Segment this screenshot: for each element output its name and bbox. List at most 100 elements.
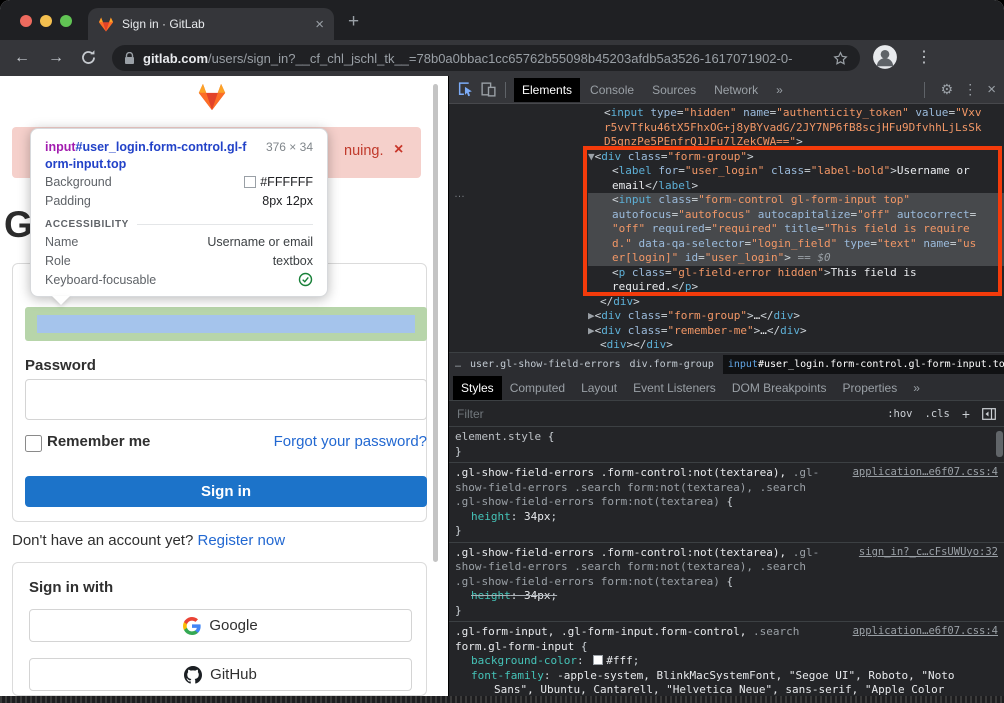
css-source-link[interactable]: application…e6f07.css:4 (853, 625, 998, 637)
reload-icon[interactable] (80, 49, 97, 66)
new-style-rule-button[interactable]: + (962, 406, 970, 422)
dom-breadcrumb[interactable]: … user.gl-show-field-errors div.form-group… (449, 352, 1004, 376)
browser-window: Sign in · GitLab × + ← → gitlab.com/user… (0, 0, 1004, 703)
code-line: height: 34px; (455, 510, 998, 525)
new-tab-button[interactable]: + (348, 11, 359, 33)
minimize-window-button[interactable] (40, 15, 52, 27)
code-line: height: 34px; (455, 589, 998, 604)
a11y-name-label: Name (45, 235, 78, 249)
a11y-role-value: textbox (273, 254, 313, 268)
tab-sources[interactable]: Sources (644, 78, 704, 102)
back-icon[interactable]: ← (14, 48, 30, 68)
title-bar: Sign in · GitLab × + (0, 0, 1004, 40)
styles-scrollbar[interactable] (996, 431, 1003, 457)
toolbar-separator (505, 82, 506, 98)
remember-me-label: Remember me (47, 433, 150, 450)
css-source-link[interactable]: application…e6f07.css:4 (853, 466, 998, 478)
browser-toolbar: ← → gitlab.com/users/sign_in?__cf_chl_js… (0, 40, 1004, 76)
gitlab-logo (197, 83, 227, 111)
tooltip-selector: input#user_login.form-control.gl-form-in… (45, 139, 253, 172)
devtools-menu-icon[interactable]: ⋮ (963, 81, 977, 98)
code-line: show-field-errors .search form:not(texta… (455, 481, 998, 496)
a11y-focusable-label: Keyboard-focusable (45, 273, 156, 287)
register-now-link[interactable]: Register now (198, 532, 286, 549)
code-line: } (455, 524, 998, 539)
inspect-element-icon[interactable] (457, 81, 474, 98)
tooltip-background-value: #FFFFFF (244, 175, 313, 189)
css-source-link[interactable]: sign_in?_c…cFsUWUyo:32 (859, 546, 998, 558)
browser-menu-icon[interactable]: ⋮ (916, 47, 932, 67)
register-row: Don't have an account yet? Register now (12, 532, 285, 549)
more-tabs-chevron[interactable]: » (768, 78, 791, 102)
devtools-close-icon[interactable]: × (987, 81, 996, 98)
code-line: show-field-errors .search form:not(texta… (455, 560, 998, 575)
address-bar[interactable]: gitlab.com/users/sign_in?__cf_chl_jschl_… (112, 45, 860, 71)
tab-event-listeners[interactable]: Event Listeners (625, 376, 724, 400)
sso-card: Sign in with Google GitHub (12, 562, 427, 696)
url-text: gitlab.com/users/sign_in?__cf_chl_jschl_… (143, 51, 833, 66)
focusable-check-icon (298, 272, 313, 287)
register-text: Don't have an account yet? (12, 532, 198, 549)
tab-computed[interactable]: Computed (502, 376, 573, 400)
inspected-username-input[interactable] (25, 307, 427, 341)
devtools-settings-icon[interactable]: ⚙ (941, 81, 954, 98)
sign-in-button[interactable]: Sign in (25, 476, 427, 507)
forward-icon[interactable]: → (48, 48, 64, 68)
profile-avatar[interactable] (872, 44, 898, 70)
tooltip-a11y-header: ACCESSIBILITY (45, 217, 313, 232)
tab-dom-breakpoints[interactable]: DOM Breakpoints (724, 376, 835, 400)
tab-elements[interactable]: Elements (514, 78, 580, 102)
breadcrumb-item[interactable]: user.gl-show-field-errors (470, 359, 621, 370)
color-swatch (244, 176, 256, 188)
page-content: nuing. × G Password Remember me Forgot y… (0, 76, 448, 703)
styles-panel-tabs: Styles Computed Layout Event Listeners D… (449, 376, 1004, 401)
alert-close-icon[interactable]: × (394, 141, 403, 159)
lock-icon[interactable] (124, 52, 135, 65)
remember-me-checkbox[interactable] (25, 435, 42, 452)
toggle-sidebar-icon[interactable] (982, 408, 996, 420)
sso-title: Sign in with (29, 579, 113, 596)
github-button-label: GitHub (210, 666, 257, 683)
code-line: <div></div> (588, 338, 1004, 353)
device-toolbar-icon[interactable] (480, 81, 497, 98)
zoom-window-button[interactable] (60, 15, 72, 27)
annotation-red-box (583, 146, 1002, 296)
breadcrumb-item[interactable]: div.form-group (630, 359, 714, 370)
code-line: .gl-show-field-errors form:not(textarea)… (455, 495, 998, 510)
styles-pane[interactable]: element.style {} application…e6f07.css:4.… (449, 427, 1004, 703)
a11y-role-label: Role (45, 254, 71, 268)
inspect-tooltip: input#user_login.form-control.gl-form-in… (30, 128, 328, 297)
tooltip-dimensions: 376 × 34 (266, 140, 313, 172)
tooltip-padding-value: 8px 12px (262, 194, 313, 208)
browser-tab[interactable]: Sign in · GitLab × (88, 8, 334, 40)
google-button-label: Google (209, 617, 257, 634)
password-input[interactable] (25, 379, 427, 420)
breadcrumb-item[interactable]: … (455, 359, 461, 370)
styles-filter-input[interactable]: Filter (457, 407, 875, 421)
toggle-class-button[interactable]: .cls (925, 408, 950, 420)
dom-node-menu-dots[interactable]: … (454, 188, 465, 200)
github-signin-button[interactable]: GitHub (29, 658, 412, 691)
tab-properties[interactable]: Properties (835, 376, 906, 400)
tab-title: Sign in · GitLab (122, 17, 315, 31)
page-scrollbar[interactable] (433, 84, 438, 562)
tab-network[interactable]: Network (706, 78, 766, 102)
code-line: r5vvTfku46tX5FhxOG+j8yBYvadG/2JY7NP6fB8s… (588, 121, 1004, 136)
tab-close-icon[interactable]: × (315, 17, 324, 32)
code-line: ▶<div class="remember-me">…</div> (588, 324, 1004, 339)
code-line: ▶<div class="form-group">…</div> (588, 309, 1004, 324)
tab-layout[interactable]: Layout (573, 376, 625, 400)
tab-styles[interactable]: Styles (453, 376, 502, 400)
tab-console[interactable]: Console (582, 78, 642, 102)
css-rule: application…e6f07.css:4 .gl-show-field-er… (449, 463, 1004, 543)
more-panel-tabs-chevron[interactable]: » (905, 376, 928, 400)
breadcrumb-item[interactable]: input#user_login.form-control.gl-form-in… (723, 355, 1004, 374)
close-window-button[interactable] (20, 15, 32, 27)
toggle-hover-state-button[interactable]: :hov (887, 408, 912, 420)
css-rule: element.style {} (449, 427, 1004, 463)
bookmark-star-icon[interactable] (833, 51, 848, 66)
google-signin-button[interactable]: Google (29, 609, 412, 642)
code-line: <input type="hidden" name="authenticity_… (588, 106, 1004, 121)
code-line: .gl-show-field-errors form:not(textarea)… (455, 575, 998, 590)
forgot-password-link[interactable]: Forgot your password? (274, 433, 427, 450)
